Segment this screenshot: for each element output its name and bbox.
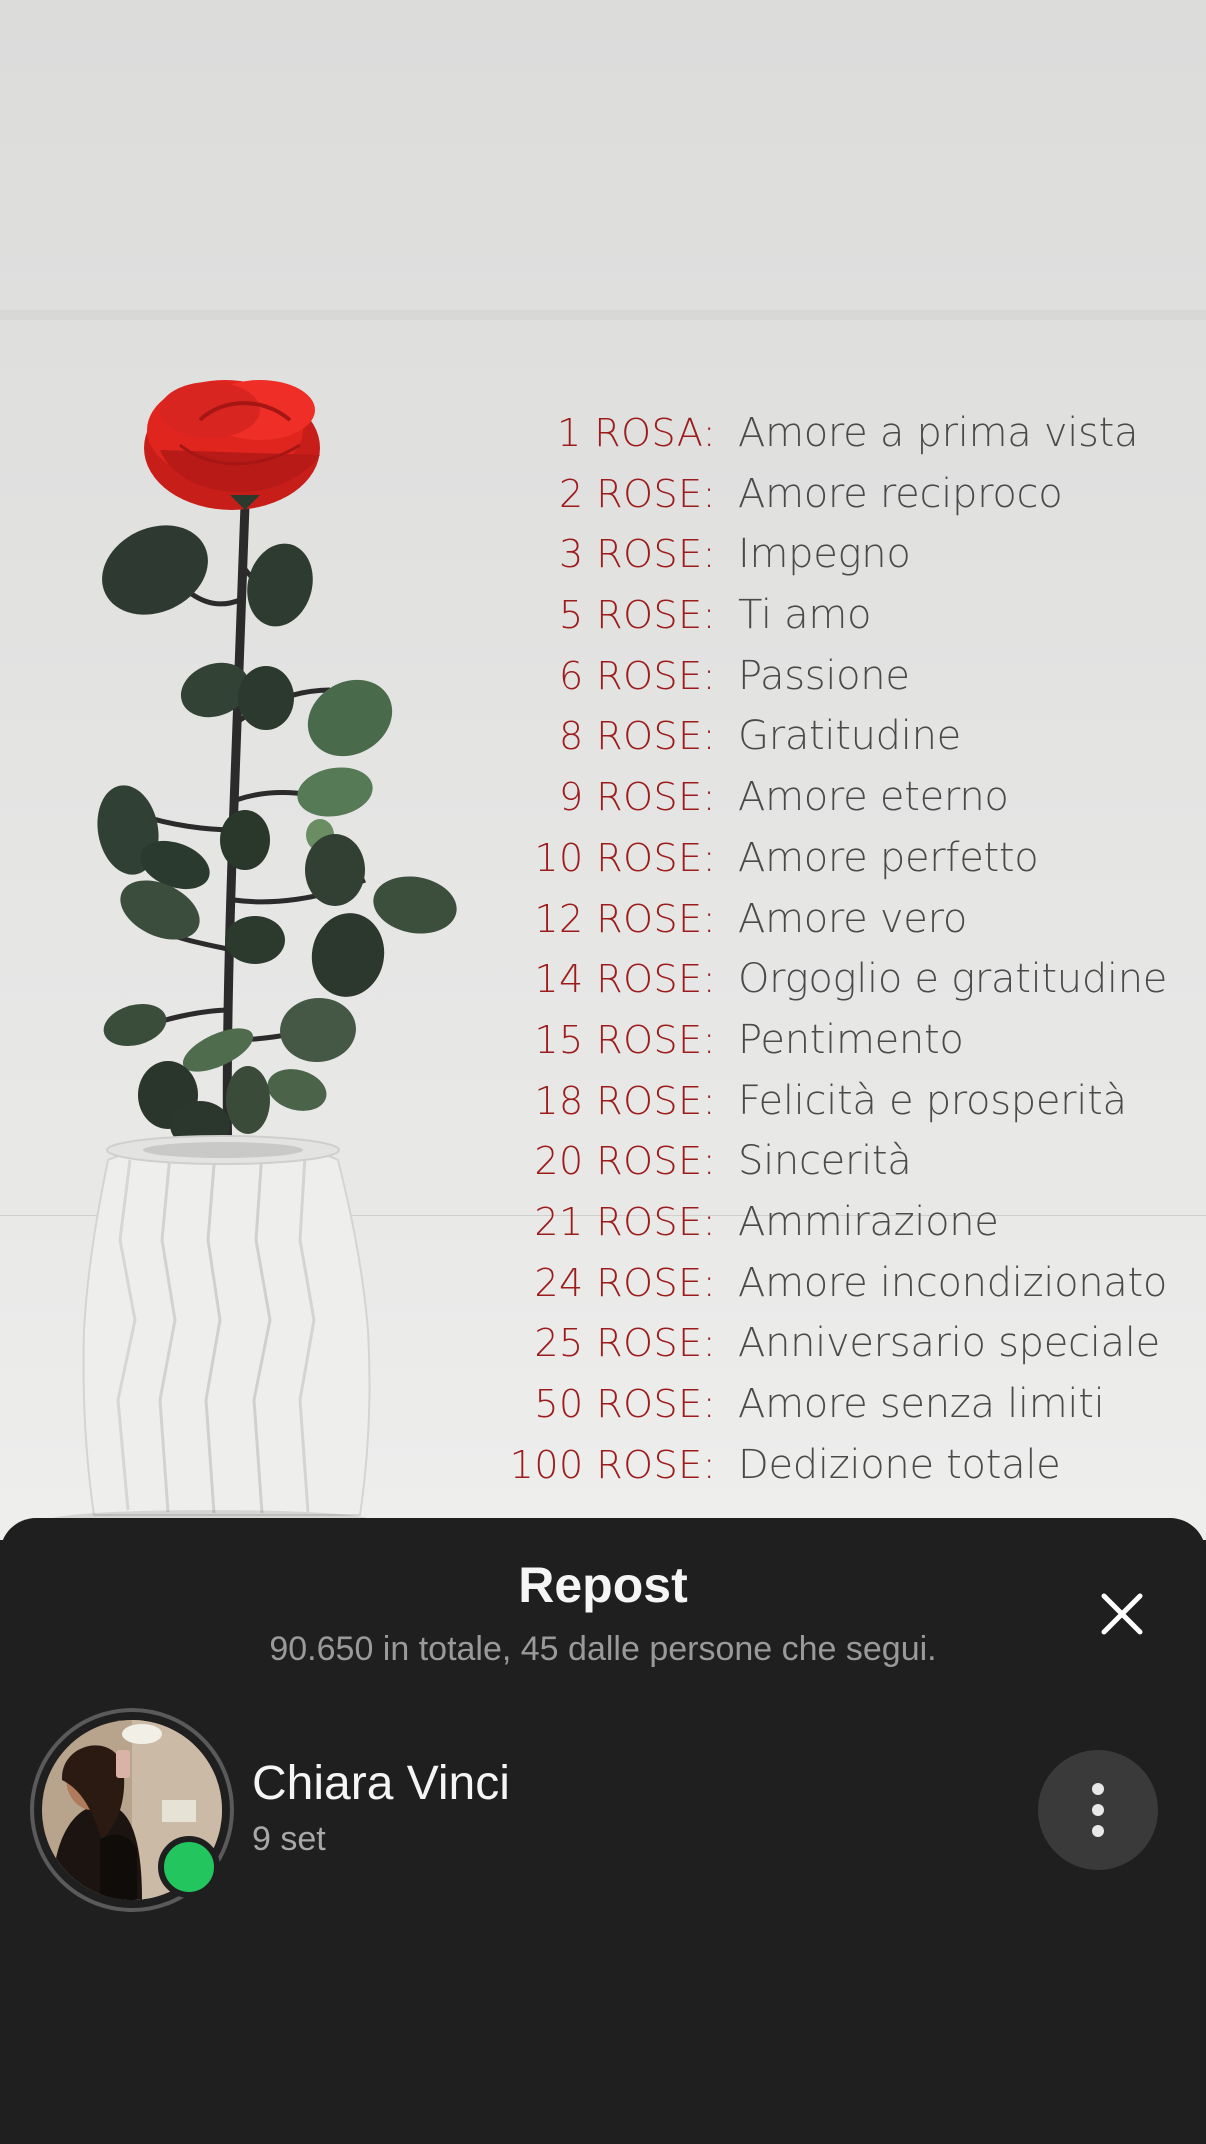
rose-meaning: Amore incondizionato	[738, 1259, 1168, 1306]
rose-meaning: Orgoglio e gratitudine	[738, 956, 1168, 1003]
rose-meaning: Ti amo	[738, 592, 872, 639]
list-item: 24 ROSE: Amore incondizionato	[500, 1260, 1200, 1321]
rose-meanings-list: 1 ROSA: Amore a prima vista 2 ROSE: Amor…	[500, 410, 1200, 1502]
rose-count: 24 ROSE:	[534, 1260, 716, 1305]
list-item: 12 ROSE: Amore vero	[500, 896, 1200, 957]
rose-count: 8 ROSE:	[558, 714, 716, 759]
rose-meaning: Amore perfetto	[738, 834, 1039, 881]
rose-count: 9 ROSE:	[558, 775, 716, 820]
list-item: 6 ROSE: Passione	[500, 653, 1200, 714]
rose-meaning: Amore a prima vista	[738, 410, 1139, 456]
list-item: 25 ROSE: Anniversario speciale	[500, 1320, 1200, 1381]
rose-count: 15 ROSE:	[534, 1017, 716, 1062]
rose-count: 2 ROSE:	[558, 471, 716, 516]
rose-count: 100 ROSE:	[509, 1442, 716, 1487]
rose-count: 18 ROSE:	[534, 1078, 716, 1123]
rose-meaning: Dedizione totale	[738, 1441, 1061, 1488]
rose-meaning: Amore senza limiti	[738, 1381, 1105, 1427]
rose-meaning: Amore eterno	[738, 774, 1009, 821]
list-item: 2 ROSE: Amore reciproco	[500, 471, 1200, 532]
list-item: 14 ROSE: Orgoglio e gratitudine	[500, 956, 1200, 1017]
rose-count: 12 ROSE:	[534, 896, 716, 941]
rose-count: 50 ROSE:	[534, 1382, 716, 1426]
rose-count: 5 ROSE:	[558, 593, 716, 638]
list-item: 9 ROSE: Amore eterno	[500, 774, 1200, 835]
user-name[interactable]: Chiara Vinci	[252, 1756, 510, 1811]
rose-count: 3 ROSE:	[558, 532, 716, 577]
rose-meaning: Felicità e prosperità	[738, 1077, 1127, 1124]
rose-count: 10 ROSE:	[534, 835, 716, 880]
list-item: 10 ROSE: Amore perfetto	[500, 835, 1200, 896]
repost-date: 9 set	[252, 1820, 326, 1858]
rose-count: 6 ROSE:	[558, 653, 716, 698]
list-item: 20 ROSE: Sincerità	[500, 1138, 1200, 1199]
list-item: 21 ROSE: Ammirazione	[500, 1199, 1200, 1260]
online-status-badge	[158, 1836, 220, 1898]
rose-meaning: Passione	[738, 652, 910, 699]
rose-count: 20 ROSE:	[534, 1139, 716, 1184]
more-vertical-icon	[1092, 1783, 1104, 1837]
rose-meaning: Ammirazione	[738, 1198, 999, 1245]
rose-meaning: Anniversario speciale	[738, 1320, 1160, 1367]
rose-count: 1 ROSA:	[556, 411, 716, 455]
rose-count: 25 ROSE:	[534, 1321, 716, 1366]
rose-count: 21 ROSE:	[534, 1199, 716, 1244]
rose-count: 14 ROSE:	[534, 957, 716, 1002]
rose-meaning: Sincerità	[738, 1138, 912, 1185]
rose-meaning: Amore reciproco	[738, 470, 1063, 517]
list-item: 1 ROSA: Amore a prima vista	[500, 410, 1200, 471]
repost-count-summary: 90.650 in totale, 45 dalle persone che s…	[269, 1630, 937, 1668]
list-item: 100 ROSE: Dedizione totale	[500, 1442, 1200, 1503]
more-options-button[interactable]	[1038, 1750, 1158, 1870]
rose-meaning: Amore vero	[738, 895, 968, 942]
list-item: 18 ROSE: Felicità e prosperità	[500, 1078, 1200, 1139]
repost-sheet: Repost 90.650 in totale, 45 dalle person…	[0, 1518, 1206, 2144]
list-item: 8 ROSE: Gratitudine	[500, 713, 1200, 774]
rose-meaning: Pentimento	[738, 1016, 964, 1063]
rose-meaning: Gratitudine	[738, 713, 961, 760]
list-item: 5 ROSE: Ti amo	[500, 592, 1200, 653]
list-item: 15 ROSE: Pentimento	[500, 1017, 1200, 1078]
list-item: 3 ROSE: Impegno	[500, 531, 1200, 592]
list-item: 50 ROSE: Amore senza limiti	[500, 1381, 1200, 1442]
sheet-title: Repost	[518, 1557, 688, 1613]
screen: 1 ROSA: Amore a prima vista 2 ROSE: Amor…	[0, 0, 1206, 2144]
post-image: 1 ROSA: Amore a prima vista 2 ROSE: Amor…	[0, 0, 1206, 1540]
rose-meaning: Impegno	[738, 531, 911, 578]
